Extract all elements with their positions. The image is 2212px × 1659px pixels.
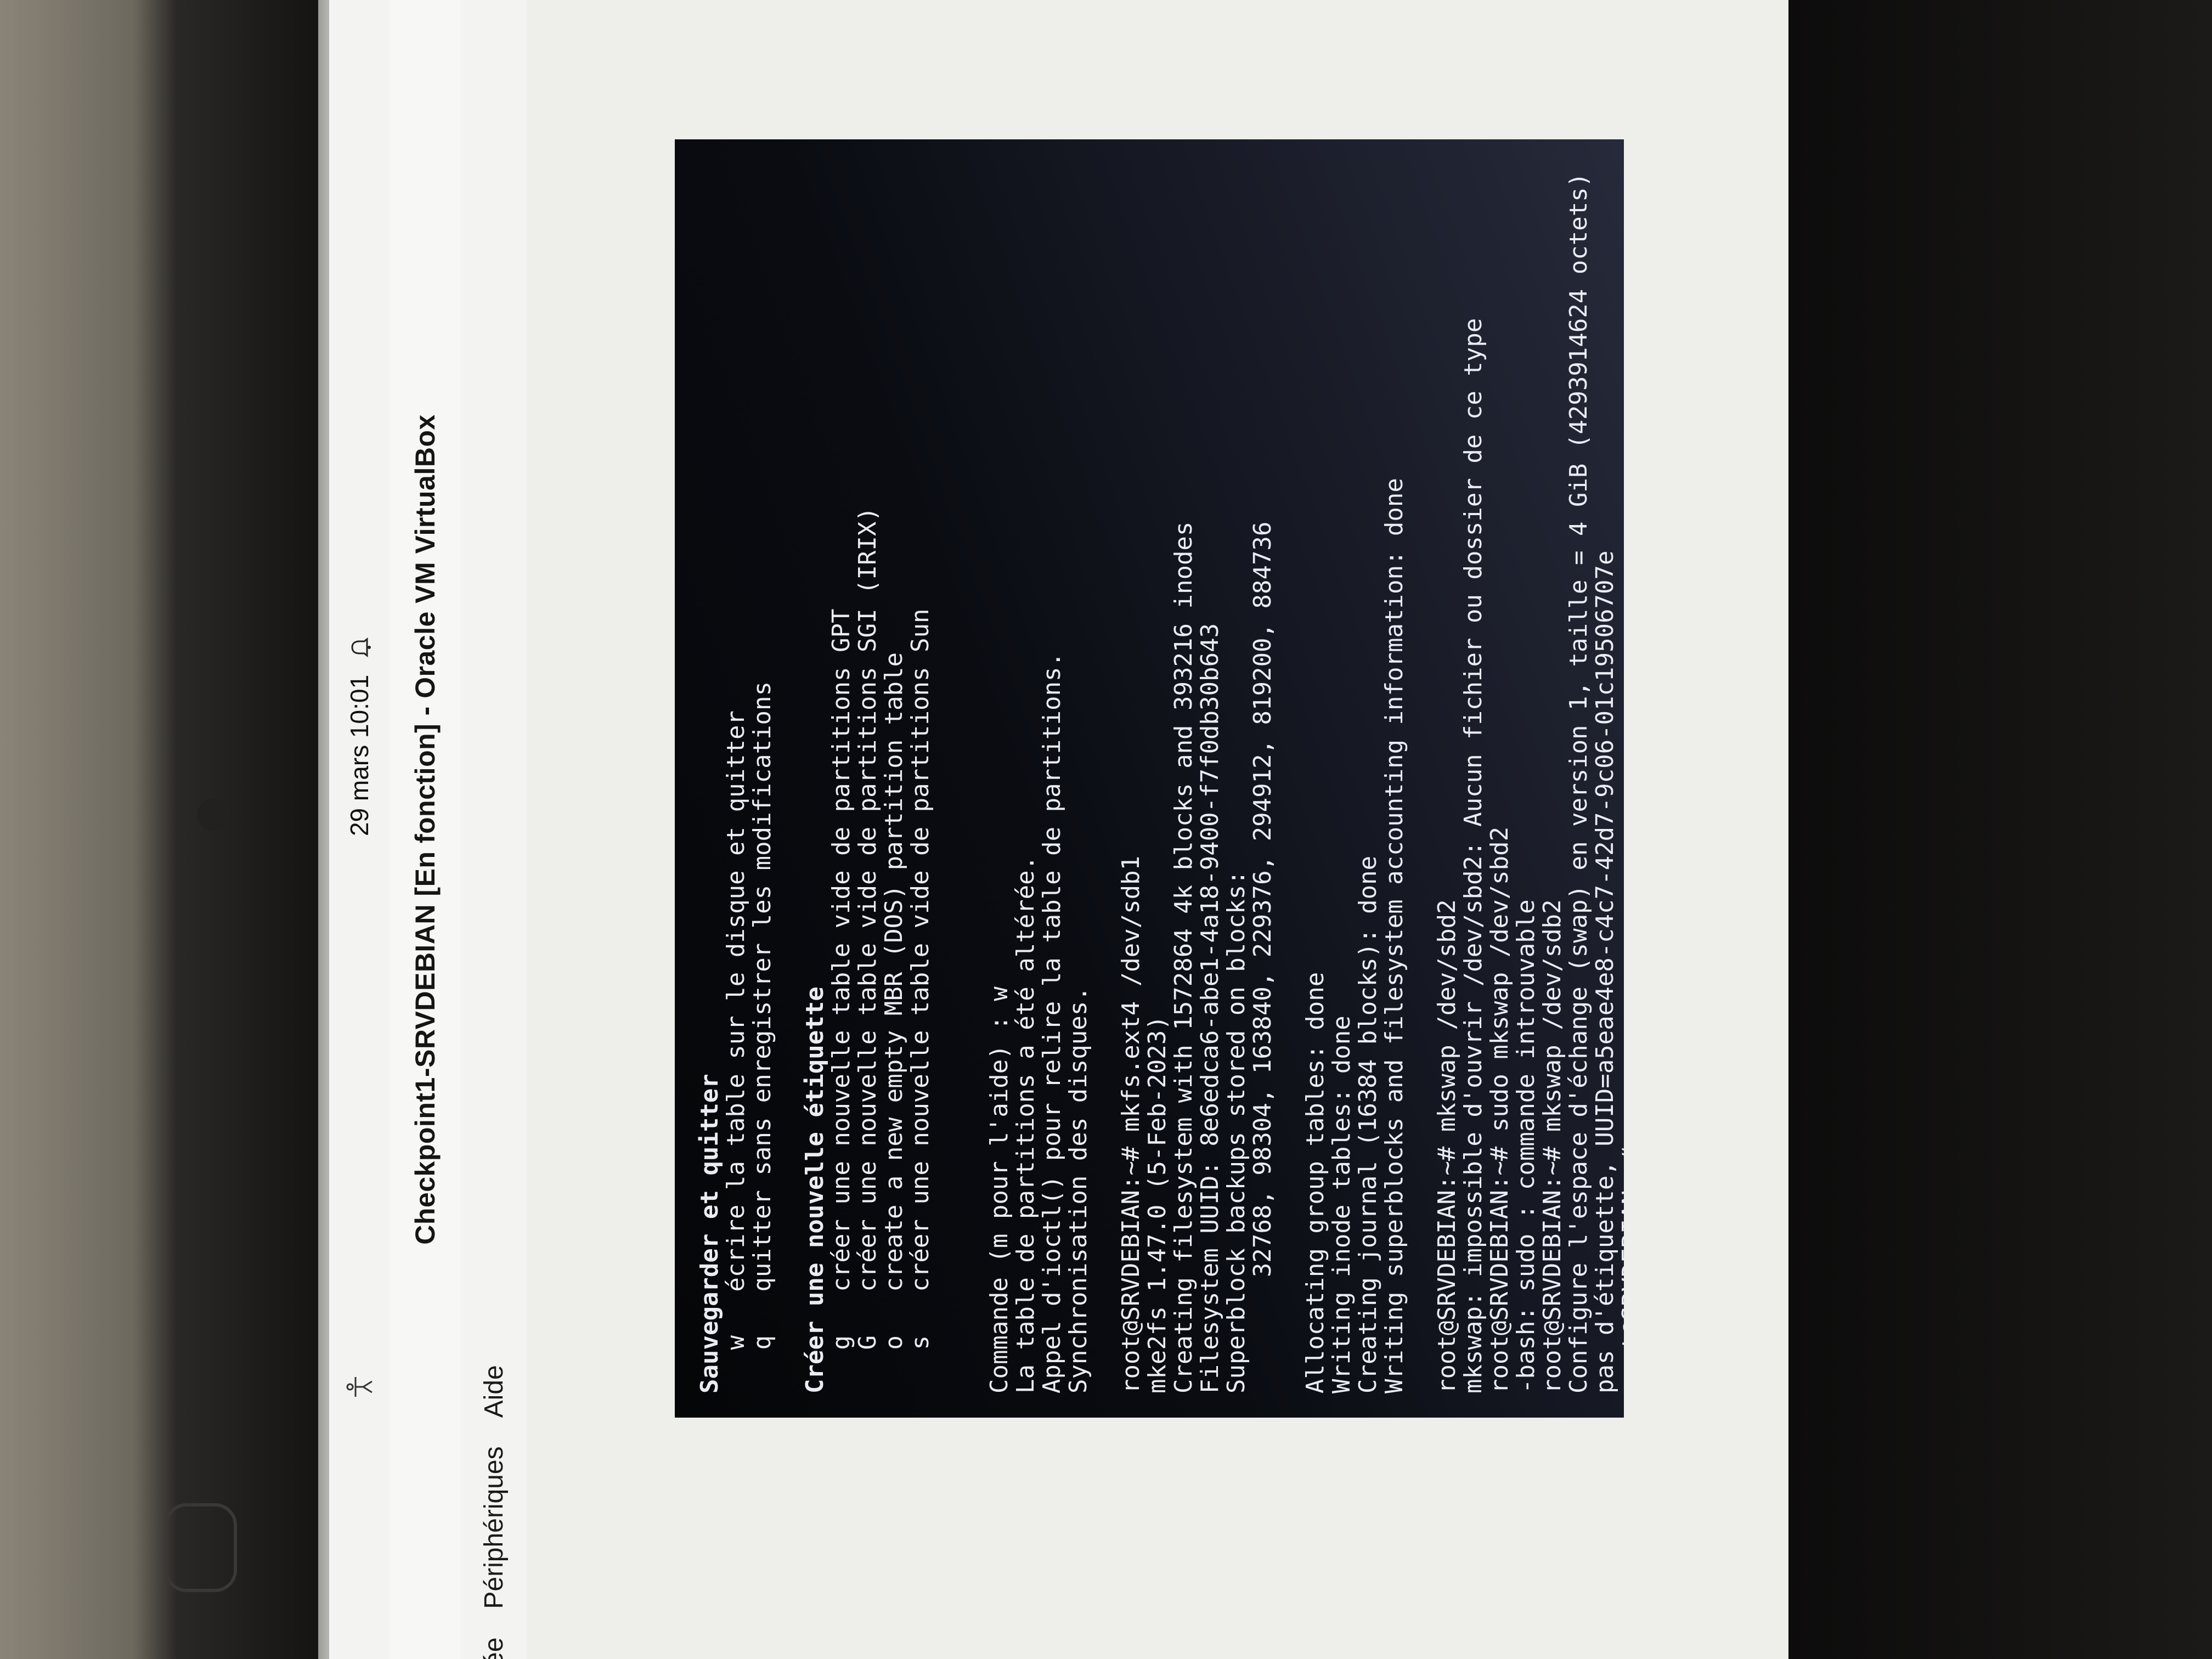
terminal-line: g créer une nouvelle table vide de parti…: [827, 608, 855, 1393]
terminal-line: Sauvegarder et quitter: [696, 1074, 724, 1393]
terminal-line: pas d'étiquette, UUID=a5eae4e8-c4c7-42d7…: [1591, 550, 1619, 1393]
terminal-line: root@SRVDEBIAN:~# mkswap /dev/sdb2: [1538, 899, 1566, 1393]
terminal-line: Configure l'espace d'échange (swap) en v…: [1565, 172, 1593, 1393]
vm-display-area[interactable]: Sauvegarder et quitter w écrire la table…: [527, 0, 1788, 1659]
menu-aide[interactable]: Aide: [479, 1356, 509, 1426]
terminal-line: La table de partitions a été altérée.: [1012, 855, 1040, 1393]
webcam: [198, 798, 230, 831]
terminal-line: root@SRVDEBIAN:~#: [1617, 1146, 1624, 1393]
terminal-line: Synchronisation des disques.: [1064, 986, 1092, 1393]
menu-peripheriques[interactable]: Périphériques: [479, 1437, 509, 1617]
virtualbox-window: 29 mars 10:01 Checkpoint1-SRVDEBIAN [En …: [329, 0, 1788, 1659]
menu-machine[interactable]: ée: [479, 1629, 509, 1659]
terminal-line: Appel d'ioctl() pour relire la table de …: [1038, 652, 1066, 1393]
terminal-line: Allocating group tables: done: [1301, 972, 1329, 1393]
terminal-line: Créer une nouvelle étiquette: [801, 986, 829, 1393]
accessibility-icon[interactable]: [345, 1372, 375, 1402]
terminal-line: root@SRVDEBIAN:~# mkfs.ext4 /dev/sdb1: [1117, 855, 1145, 1393]
terminal-line: Writing inode tables: done: [1328, 1015, 1356, 1393]
window-title: Checkpoint1-SRVDEBIAN [En fonction] - Or…: [410, 414, 441, 1245]
terminal-line: Commande (m pour l'aide) : w: [985, 986, 1013, 1393]
terminal-line: 32768, 98304, 163840, 229376, 294912, 81…: [1249, 521, 1277, 1393]
terminal-line: Creating filesystem with 1572864 4k bloc…: [1170, 521, 1198, 1393]
photo-background: 29 mars 10:01 Checkpoint1-SRVDEBIAN [En …: [0, 0, 2212, 1659]
clock[interactable]: 29 mars 10:01: [345, 675, 374, 836]
terminal-line: Superblock backups stored on blocks:: [1222, 870, 1250, 1393]
terminal-line: mkswap: impossible d'ouvrir /dev/sbd2: A…: [1459, 318, 1487, 1393]
terminal-line: q quitter sans enregistrer les modificat…: [748, 681, 776, 1393]
terminal-line: o create a new empty MBR (DOS) partition…: [880, 652, 908, 1393]
system-topbar: 29 mars 10:01: [329, 0, 390, 1659]
terminal-console[interactable]: Sauvegarder et quitter w écrire la table…: [675, 139, 1624, 1418]
laptop-bezel: [1788, 0, 2212, 1659]
clock-group[interactable]: 29 mars 10:01: [345, 636, 374, 836]
bezel-mark: [165, 1503, 237, 1592]
terminal-line: root@SRVDEBIAN:~# sudo mkswap /dev/sbd2: [1486, 826, 1514, 1393]
terminal-line: mke2fs 1.47.0 (5-Feb-2023): [1143, 1015, 1171, 1393]
terminal-line: Filesystem UUID: 8e6edca6-abe1-4a18-9400…: [1196, 623, 1224, 1393]
menubar: ée Périphériques Aide: [461, 0, 528, 1659]
terminal-line: -bash: sudo : commande introuvable: [1512, 899, 1540, 1393]
terminal-line: Creating journal (16384 blocks): done: [1354, 855, 1382, 1393]
window-titlebar[interactable]: Checkpoint1-SRVDEBIAN [En fonction] - Or…: [390, 0, 462, 1659]
terminal-line: G créer une nouvelle table vide de parti…: [854, 507, 882, 1393]
terminal-line: s créer une nouvelle table vide de parti…: [906, 608, 934, 1393]
terminal-line: root@SRVDEBIAN:~# mkswap /dev/sbd2: [1433, 899, 1461, 1393]
terminal-line: Writing superblocks and filesystem accou…: [1380, 478, 1408, 1393]
bell-icon[interactable]: [348, 636, 371, 658]
terminal-line: w écrire la table sur le disque et quitt…: [722, 710, 750, 1393]
